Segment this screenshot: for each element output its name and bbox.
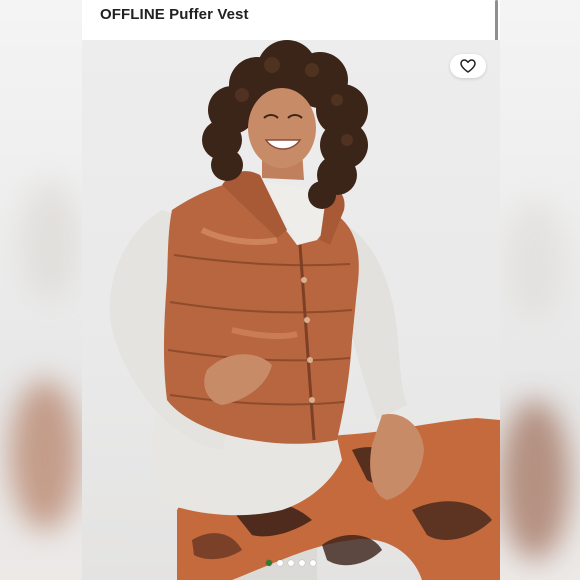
gallery-dot-1[interactable] (266, 560, 272, 566)
gallery-dot-2[interactable] (277, 560, 283, 566)
listing-frame: OFFLINE Puffer Vest (0, 0, 580, 580)
gallery-dot-5[interactable] (310, 560, 316, 566)
heart-outline-icon (460, 59, 476, 73)
left-blur-band (0, 0, 82, 580)
model-illustration (109, 40, 500, 580)
product-photo[interactable] (82, 40, 500, 580)
product-title: OFFLINE Puffer Vest (100, 6, 249, 23)
right-blur-band (500, 0, 580, 580)
gallery-dot-3[interactable] (288, 560, 294, 566)
gallery-dot-4[interactable] (299, 560, 305, 566)
face-shape (248, 88, 316, 168)
gallery-dots (82, 560, 500, 566)
phone-screen: OFFLINE Puffer Vest (82, 0, 500, 580)
product-header: OFFLINE Puffer Vest (82, 0, 500, 138)
favorite-button[interactable] (450, 54, 486, 78)
